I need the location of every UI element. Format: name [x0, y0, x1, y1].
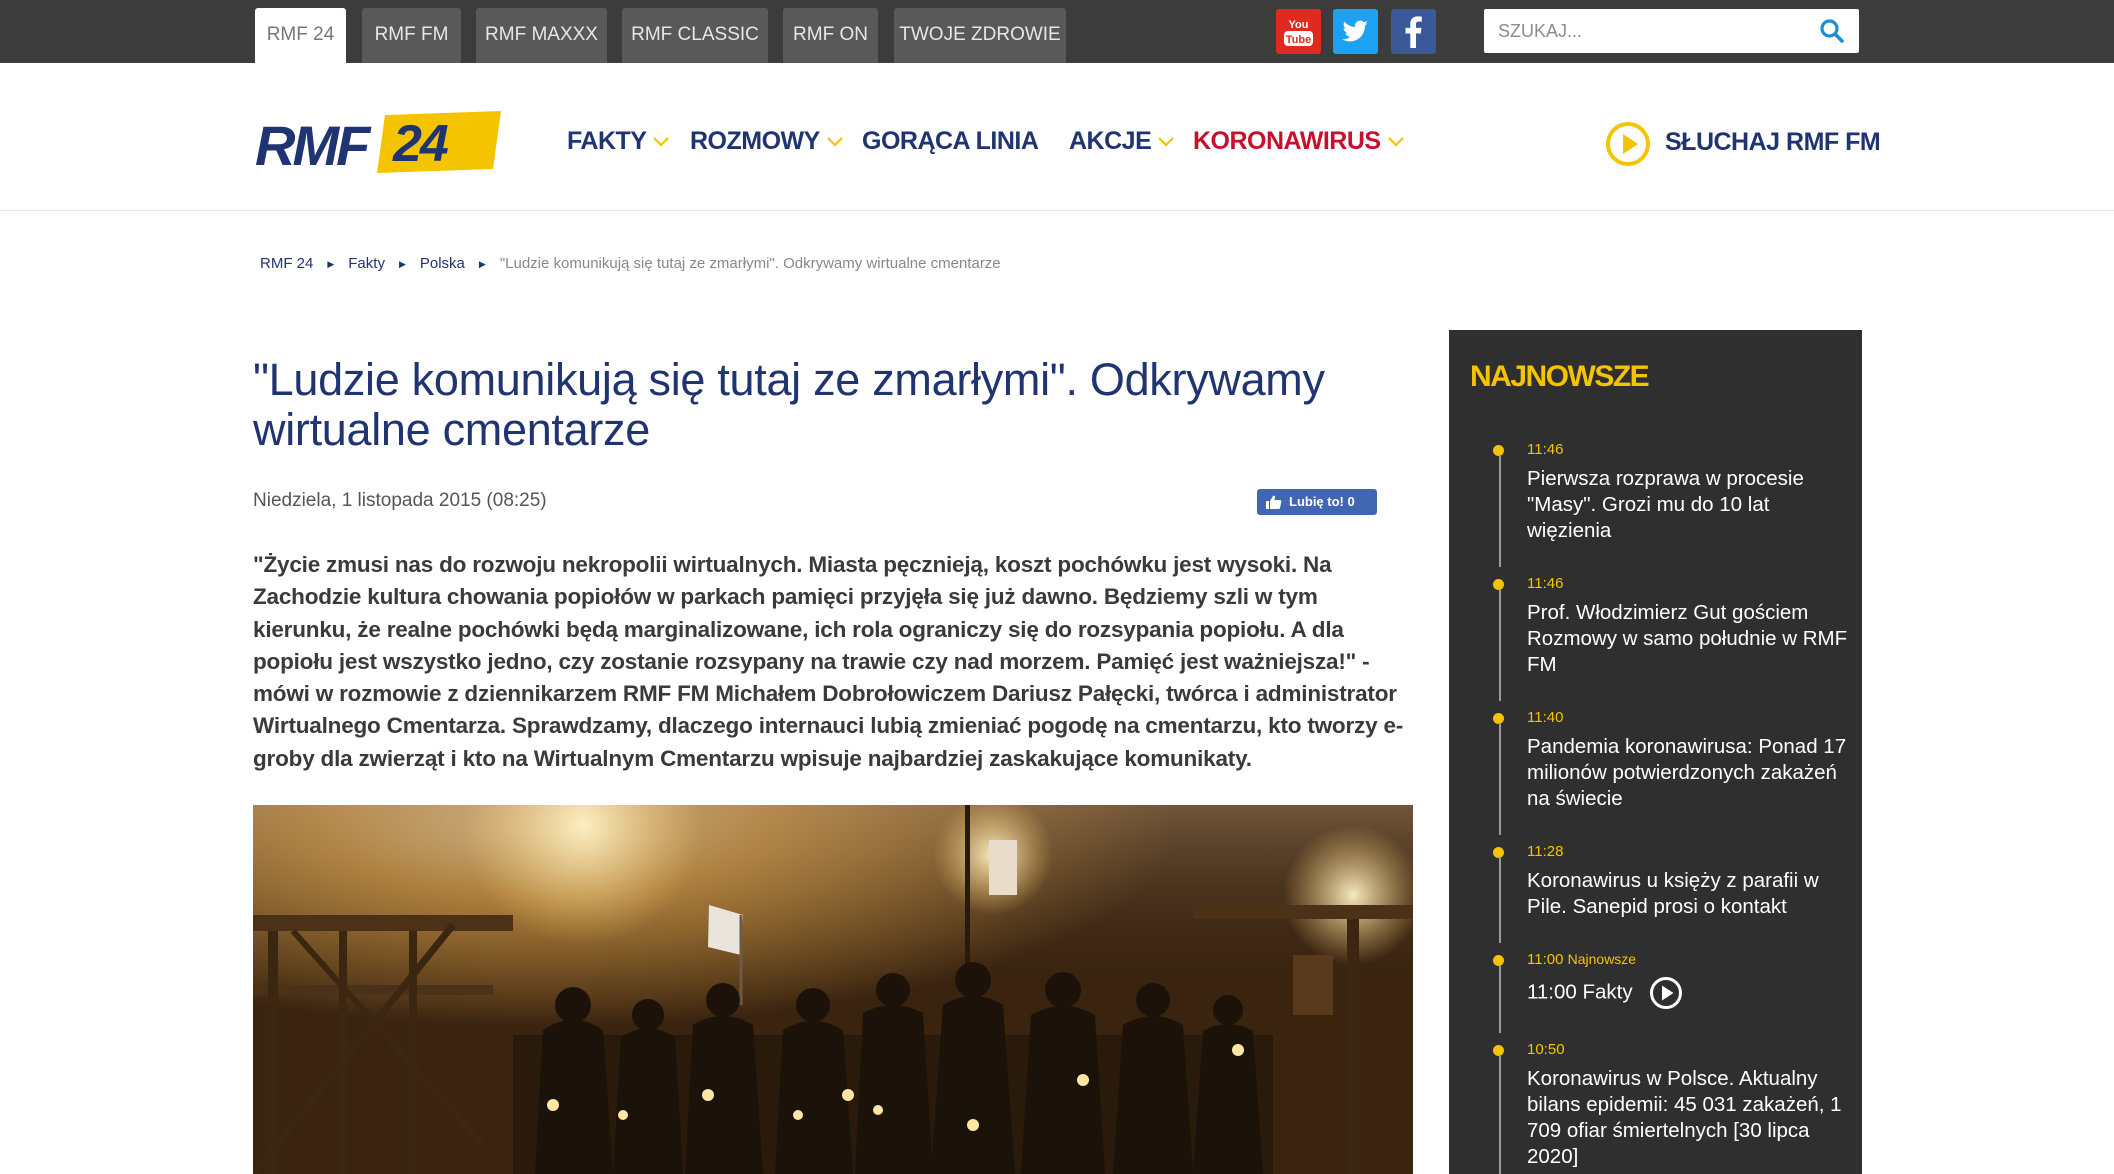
- nav-koronawirus[interactable]: KORONAWIRUS: [1193, 127, 1405, 156]
- news-item[interactable]: Prof. Włodzimierz Gut gościem Rozmowy w …: [1527, 600, 1852, 678]
- listen-rmf-fm-button[interactable]: SŁUCHAJ RMF FM: [1604, 120, 1881, 170]
- svg-text:Tube: Tube: [1286, 34, 1311, 46]
- youtube-icon[interactable]: You Tube: [1276, 9, 1321, 54]
- chevron-down-icon: [1387, 137, 1404, 147]
- svg-text:24: 24: [392, 115, 449, 173]
- news-item[interactable]: Koronawirus u księży z parafii w Pile. S…: [1527, 868, 1852, 920]
- search-input[interactable]: [1484, 9, 1808, 53]
- article-date: Niedziela, 1 listopada 2015 (08:25): [253, 490, 547, 511]
- breadcrumb-separator-icon: ▶: [398, 258, 406, 269]
- facebook-like-button[interactable]: Lubię to! 0: [1257, 489, 1377, 515]
- nav-fakty[interactable]: FAKTY: [567, 127, 670, 156]
- site-header: RMF 24 FAKTY ROZMOWY GORĄCA LINIA AKCJE …: [0, 63, 2114, 211]
- tab-rmf-classic[interactable]: RMF CLASSIC: [622, 8, 768, 63]
- news-item[interactable]: Koronawirus w Polsce. Aktualny bilans ep…: [1527, 1066, 1852, 1170]
- breadcrumb: RMF 24 ▶ Fakty ▶ Polska ▶ "Ludzie komunikują s…: [260, 255, 1001, 272]
- article-lead: "Życie zmusi nas do rozwoju nekropolii w…: [253, 552, 1404, 771]
- breadcrumb-current: "Ludzie komunikują się tutaj ze zmarłymi…: [499, 255, 1001, 272]
- breadcrumb-item-polska[interactable]: Polska: [420, 255, 465, 272]
- breadcrumb-separator-icon: ▶: [327, 258, 335, 269]
- breadcrumb-separator-icon: ▶: [478, 258, 486, 269]
- news-time: 11:46: [1527, 575, 1564, 592]
- timeline-line: [1499, 589, 1501, 701]
- news-tag: Najnowsze: [1567, 951, 1637, 967]
- chevron-down-icon: [653, 137, 670, 147]
- article-photo: [253, 805, 1413, 1174]
- search-icon[interactable]: [1819, 18, 1845, 44]
- news-time: 10:50: [1527, 1041, 1565, 1058]
- twitter-icon[interactable]: [1333, 9, 1378, 54]
- timeline-line: [1499, 965, 1501, 1033]
- svg-text:RMF: RMF: [255, 114, 372, 177]
- sidebar-heading: NAJNOWSZE: [1470, 360, 1650, 393]
- tab-rmf-fm[interactable]: RMF FM: [362, 8, 461, 63]
- timeline-line: [1499, 1055, 1501, 1174]
- breadcrumb-item-fakty[interactable]: Fakty: [348, 255, 385, 272]
- tab-rmf24[interactable]: RMF 24: [255, 8, 346, 63]
- timeline-line: [1499, 857, 1501, 943]
- chevron-down-icon: [1158, 137, 1175, 147]
- breadcrumb-item-rmf24[interactable]: RMF 24: [260, 255, 313, 272]
- news-item[interactable]: Pierwsza rozprawa w procesie "Masy". Gro…: [1527, 466, 1852, 544]
- nav-rozmowy[interactable]: ROZMOWY: [690, 127, 844, 156]
- play-icon[interactable]: [1649, 976, 1683, 1010]
- search-box: [1484, 9, 1859, 53]
- news-time: 11:46: [1527, 441, 1564, 458]
- news-time: 11:28: [1527, 843, 1564, 860]
- nav-goraca-linia[interactable]: GORĄCA LINIA: [862, 127, 1039, 156]
- tab-rmf-on[interactable]: RMF ON: [783, 8, 878, 63]
- top-bar: RMF 24 RMF FM RMF MAXXX RMF CLASSIC RMF …: [0, 0, 2114, 63]
- chevron-down-icon: [827, 137, 843, 147]
- nav-akcje[interactable]: AKCJE: [1069, 127, 1175, 156]
- svg-text:You: You: [1289, 19, 1309, 31]
- thumbs-up-icon: [1266, 495, 1282, 509]
- tab-rmf-maxxx[interactable]: RMF MAXXX: [476, 8, 607, 63]
- timeline-line: [1499, 723, 1501, 835]
- news-time: 11:00 Najnowsze: [1527, 951, 1637, 968]
- article-title: "Ludzie komunikują się tutaj ze zmarłymi…: [253, 354, 1325, 455]
- news-time: 11:40: [1527, 709, 1564, 726]
- timeline-line: [1499, 455, 1501, 567]
- latest-news-sidebar: NAJNOWSZE 11:46 Pierwsza rozprawa w proc…: [1449, 330, 1862, 1174]
- news-item[interactable]: Pandemia koronawirusa: Ponad 17 milionów…: [1527, 734, 1852, 812]
- news-item-audio[interactable]: 11:00 Fakty: [1527, 976, 1852, 1010]
- facebook-icon[interactable]: [1391, 9, 1436, 54]
- play-icon: [1606, 122, 1650, 166]
- tab-twoje-zdrowie[interactable]: TWOJE ZDROWIE: [894, 8, 1066, 63]
- rmf24-logo[interactable]: RMF 24: [253, 107, 503, 177]
